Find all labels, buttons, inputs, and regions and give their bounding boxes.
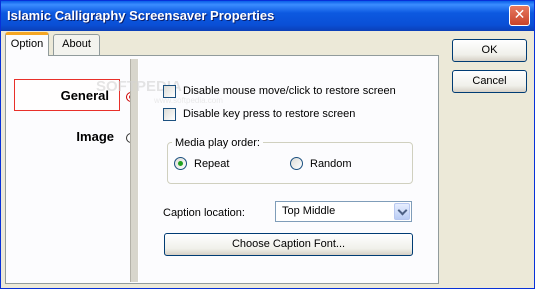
media-play-order-title: Media play order:: [172, 137, 263, 149]
disable-key-label: Disable key press to restore screen: [183, 108, 356, 120]
chevron-down-icon[interactable]: [394, 203, 410, 220]
tab-about[interactable]: About: [53, 34, 100, 55]
caption-location-label: Caption location:: [163, 207, 245, 219]
checkbox-icon[interactable]: [163, 85, 176, 98]
radio-icon[interactable]: [290, 157, 303, 170]
disable-mouse-label: Disable mouse move/click to restore scre…: [183, 85, 396, 97]
choose-caption-font-button[interactable]: Choose Caption Font...: [164, 233, 413, 256]
radio-selected-icon[interactable]: [174, 157, 187, 170]
close-button[interactable]: ✕: [509, 5, 530, 26]
checkbox-icon[interactable]: [163, 108, 176, 121]
tab-option[interactable]: Option: [5, 32, 49, 56]
close-icon: ✕: [513, 7, 526, 23]
properties-window: Islamic Calligraphy Screensaver Properti…: [0, 0, 535, 289]
cancel-button[interactable]: Cancel: [452, 70, 527, 93]
repeat-label: Repeat: [194, 158, 230, 170]
random-label: Random: [310, 158, 352, 170]
title-bar[interactable]: Islamic Calligraphy Screensaver Properti…: [1, 1, 534, 31]
ok-button[interactable]: OK: [452, 39, 527, 62]
caption-location-select[interactable]: Top Middle: [275, 201, 412, 222]
caption-location-value: Top Middle: [282, 205, 336, 217]
nav-item-image[interactable]: Image: [76, 129, 114, 144]
option-panel: General Image SOFTPEDIA www.softpedia.co…: [5, 55, 439, 284]
window-title: Islamic Calligraphy Screensaver Properti…: [7, 8, 275, 23]
